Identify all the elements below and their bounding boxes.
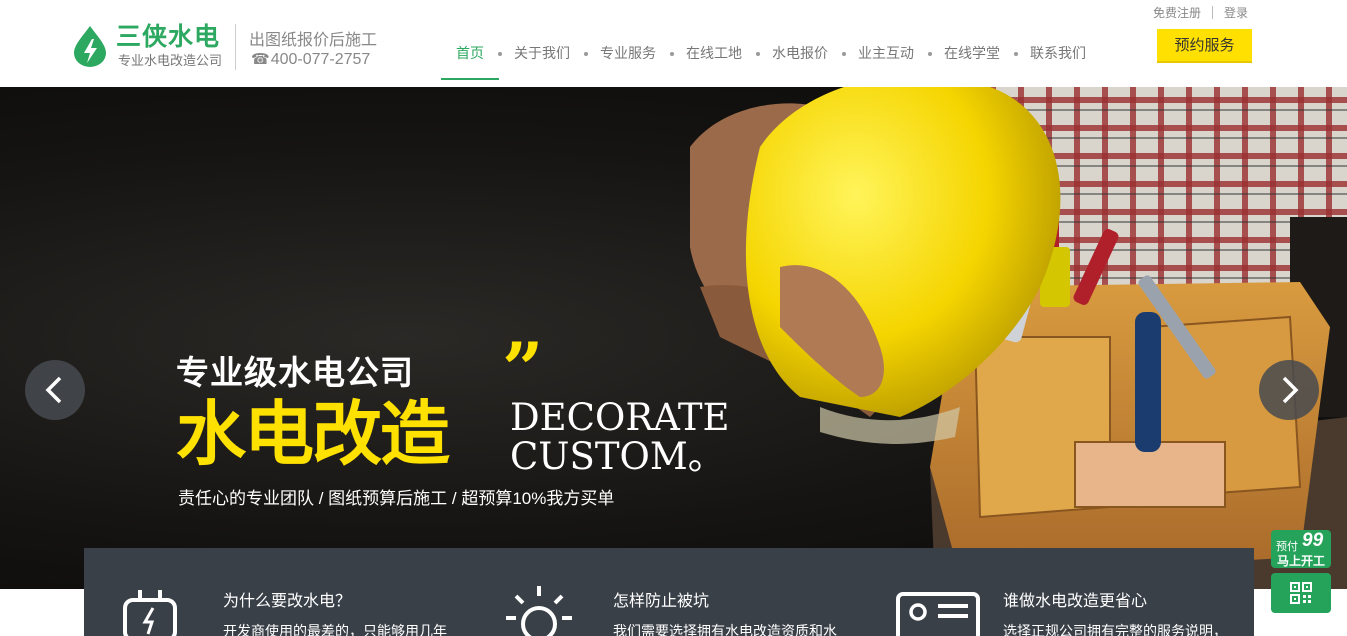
chevron-left-icon — [45, 376, 62, 404]
plug-icon — [123, 590, 177, 636]
banner-tagline: 责任心的专业团队 / 图纸预算后施工 / 超预算10%我方买单 — [178, 489, 615, 508]
nav-item-services[interactable]: 专业服务 — [585, 35, 674, 80]
login-link[interactable]: 登录 — [1224, 4, 1248, 21]
main-nav: 首页 关于我们 专业服务 在线工地 水电报价 业主互动 在线学堂 联系我们 — [441, 35, 1101, 87]
page: 三侠水电 专业水电改造公司 出图纸报价后施工 ☎400-077-2757 首页 … — [0, 0, 1347, 636]
qr-code-button[interactable] — [1271, 573, 1331, 613]
start-now-label: 马上开工 — [1277, 554, 1326, 568]
nav-label: 水电报价 — [772, 45, 828, 61]
hero-banner: 专业级水电公司 ” 水电改造 DECORATE CUSTOM。 责任心的专业团队… — [0, 87, 1347, 589]
feature-desc: 选择正规公司拥有完整的服务说明， — [1003, 623, 1227, 636]
feature-desc: 我们需要选择拥有水电改造资质和水 — [613, 623, 837, 636]
book-service-button[interactable]: 预约服务 — [1157, 29, 1252, 63]
top-links: 免费注册 登录 — [1153, 4, 1248, 21]
worker-helmet-toolbelt-illustration — [690, 87, 1347, 589]
nav-item-contact[interactable]: 联系我们 — [1015, 35, 1101, 80]
feature-title: 为什么要改水电？ — [223, 593, 352, 610]
id-card-icon — [896, 592, 980, 636]
nav-item-pricing[interactable]: 水电报价 — [757, 35, 846, 80]
prepay-number: 99 — [1302, 530, 1324, 551]
quote-mark: ” — [502, 326, 544, 411]
nav-label: 在线学堂 — [944, 45, 1000, 61]
prepay-start-badge[interactable]: 预付 99 马上开工 — [1271, 530, 1331, 568]
banner-english-line1: DECORATE — [510, 396, 730, 439]
feature-desc: 开发商使用的最差的，只能够用几年 — [223, 623, 447, 636]
logo-subtitle: 专业水电改造公司 — [118, 53, 223, 68]
nav-label: 联系我们 — [1030, 45, 1086, 61]
chevron-right-icon — [1282, 376, 1299, 404]
feature-title: 谁做水电改造更省心 — [1003, 593, 1148, 610]
banner-english-line2: CUSTOM。 — [510, 435, 725, 478]
nav-item-home[interactable]: 首页 — [441, 35, 502, 80]
banner-headline-big: 水电改造 — [176, 393, 450, 475]
header-divider — [235, 24, 236, 70]
top-links-separator — [1211, 6, 1213, 19]
banner-prev-button[interactable] — [25, 360, 85, 420]
sun-icon — [506, 586, 572, 636]
phone-text: 400-077-2757 — [270, 51, 371, 68]
phone-number: ☎400-077-2757 — [251, 50, 370, 69]
logo[interactable]: 三侠水电 专业水电改造公司 — [72, 22, 227, 72]
banner-headline-small: 专业级水电公司 — [176, 354, 414, 391]
feature-strip: 为什么要改水电？ 开发商使用的最差的，只能够用几年 怎样防止被坑 我们需要选择拥… — [84, 548, 1254, 636]
nav-label: 关于我们 — [514, 45, 570, 61]
nav-label: 首页 — [456, 45, 484, 61]
logo-name: 三侠水电 — [116, 22, 221, 51]
site-header: 三侠水电 专业水电改造公司 出图纸报价后施工 ☎400-077-2757 首页 … — [0, 0, 1347, 87]
nav-item-interaction[interactable]: 业主互动 — [843, 35, 932, 80]
qr-code-icon — [1290, 582, 1312, 604]
register-link[interactable]: 免费注册 — [1153, 4, 1201, 21]
banner-next-button[interactable] — [1259, 360, 1319, 420]
nav-label: 业主互动 — [858, 45, 914, 61]
nav-item-school[interactable]: 在线学堂 — [929, 35, 1018, 80]
nav-item-sites[interactable]: 在线工地 — [671, 35, 760, 80]
feature-title: 怎样防止被坑 — [613, 593, 710, 610]
phone-icon: ☎ — [251, 51, 270, 68]
nav-item-about[interactable]: 关于我们 — [499, 35, 588, 80]
nav-label: 在线工地 — [686, 45, 742, 61]
water-drop-bolt-icon — [74, 26, 106, 67]
slogan: 出图纸报价后施工 — [249, 32, 378, 49]
nav-label: 专业服务 — [600, 45, 656, 61]
